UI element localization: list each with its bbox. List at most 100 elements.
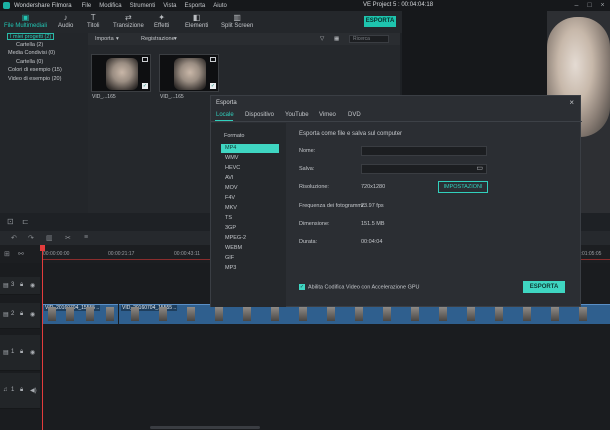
menu-modifica[interactable]: Modifica: [99, 3, 121, 9]
close-icon[interactable]: ×: [599, 2, 606, 9]
clip-frame: [495, 307, 503, 321]
tab-vimeo[interactable]: Vimeo: [319, 112, 336, 118]
effects-icon: ✦: [158, 13, 165, 22]
format-item[interactable]: HEVC: [221, 164, 279, 173]
menu-file[interactable]: File: [82, 3, 92, 9]
eye-icon[interactable]: ◉: [30, 282, 35, 289]
close-icon[interactable]: ×: [569, 98, 574, 107]
lock-icon[interactable]: 🔒︎: [20, 349, 23, 356]
tab-file-multimediali[interactable]: ▣ File Multimediali: [4, 14, 48, 30]
sidebar-item-my-projects[interactable]: I miei progetti (2): [7, 33, 55, 40]
folder-icon[interactable]: ⊏: [22, 217, 29, 226]
new-folder-icon[interactable]: ⊡: [7, 217, 14, 226]
export-top-button[interactable]: ESPORTA: [364, 16, 396, 27]
adjust-icon[interactable]: ≡: [84, 234, 88, 241]
tab-dispositivo[interactable]: Dispositivo: [245, 112, 274, 118]
timeline-clip[interactable]: VID_20160704_15555 ..: [119, 304, 610, 324]
timeline-clip[interactable]: VID_20160704_15555 ..: [42, 304, 118, 324]
lock-icon[interactable]: 🔒︎: [20, 311, 23, 318]
track-header-audio: ♫ 1 🔒︎ ◀): [0, 373, 40, 409]
sidebar-item-shared-media[interactable]: Media Condivisi (0): [8, 50, 55, 56]
chevron-down-icon[interactable]: ▾: [174, 36, 177, 42]
sidebar-item-shared-folder[interactable]: Cartella (0): [16, 59, 43, 65]
tab-youtube[interactable]: YouTube: [285, 112, 309, 118]
redo-icon[interactable]: ↷: [28, 234, 34, 242]
filter-icon[interactable]: ▽: [320, 36, 324, 42]
maximize-icon[interactable]: □: [586, 2, 593, 9]
clip-frame: [439, 307, 447, 321]
format-item[interactable]: TS: [221, 214, 279, 223]
main-toolbar: ▣ File Multimediali ♪ Audio T Titoli ⇄ T…: [0, 11, 402, 33]
settings-button[interactable]: IMPOSTAZIONI: [438, 181, 488, 193]
transition-icon: ⇄: [125, 13, 132, 22]
framerate-value: 23.97 fps: [361, 203, 384, 209]
lock-icon[interactable]: 🔒︎: [20, 282, 23, 289]
record-dropdown[interactable]: Registrazione: [141, 36, 175, 42]
format-item[interactable]: MPEG-2: [221, 234, 279, 243]
eye-icon[interactable]: ◉: [30, 349, 35, 356]
clip-frame: [187, 307, 195, 321]
tab-locale[interactable]: Locale: [216, 112, 234, 118]
cut-icon[interactable]: ✂: [65, 234, 71, 242]
menu-aiuto[interactable]: Aiuto: [213, 3, 227, 9]
eye-icon[interactable]: ◉: [30, 311, 35, 318]
track-header-1: ▤ 1 🔒︎ ◉: [0, 335, 40, 371]
name-field[interactable]: [361, 146, 487, 156]
minimize-icon[interactable]: –: [573, 2, 580, 9]
folder-icon[interactable]: ▭: [476, 165, 483, 173]
grid-view-icon[interactable]: ▦: [334, 36, 339, 42]
media-thumbnail[interactable]: ✓: [91, 54, 151, 92]
timeline-scrollbar[interactable]: [150, 426, 260, 429]
format-item[interactable]: AVI: [221, 174, 279, 183]
menu-vista[interactable]: Vista: [163, 3, 176, 9]
format-item[interactable]: 3GP: [221, 224, 279, 233]
tab-effetti[interactable]: ✦ Effetti: [154, 13, 169, 30]
tab-dvd[interactable]: DVD: [348, 112, 361, 118]
menu-strumenti[interactable]: Strumenti: [130, 3, 156, 9]
tab-label: Audio: [58, 23, 74, 29]
lock-icon[interactable]: 🔒︎: [20, 387, 23, 394]
ruler-tick: 00:00:21:17: [108, 251, 135, 257]
menu-esporta[interactable]: Esporta: [185, 3, 206, 9]
audio-track-icon: ♫: [3, 387, 8, 393]
format-item[interactable]: MP3: [221, 264, 279, 273]
gpu-checkbox[interactable]: ✓: [299, 284, 305, 290]
tab-transizione[interactable]: ⇄ Transizione: [113, 13, 144, 30]
format-item[interactable]: F4V: [221, 194, 279, 203]
import-dropdown[interactable]: Importa: [95, 36, 114, 42]
tab-split-screen[interactable]: ▥ Split Screen: [221, 14, 253, 30]
format-item-mp4[interactable]: MP4: [221, 144, 279, 153]
tab-label: Transizione: [113, 23, 144, 29]
tab-titoli[interactable]: T Titoli: [87, 14, 99, 30]
format-list: Formato MP4 WMV HEVC AVI MOV F4V MKV TS …: [211, 123, 286, 307]
format-item[interactable]: MKV: [221, 204, 279, 213]
playhead[interactable]: [42, 245, 43, 430]
link-icon[interactable]: ⚯: [18, 250, 24, 258]
sidebar-item-folder[interactable]: Cartella (2): [16, 42, 43, 48]
resolution-label: Risoluzione:: [299, 184, 329, 190]
chevron-down-icon[interactable]: ▾: [116, 36, 119, 42]
video-track-icon: ▤: [3, 283, 9, 289]
speaker-icon[interactable]: ◀): [30, 387, 37, 394]
export-button[interactable]: ESPORTA: [523, 281, 565, 293]
add-track-icon[interactable]: ⊞: [4, 250, 10, 258]
format-item[interactable]: GIF: [221, 254, 279, 263]
format-item[interactable]: WMV: [221, 154, 279, 163]
tab-elementi[interactable]: ◧ Elementi: [185, 14, 208, 30]
video-track-icon: ▤: [3, 350, 9, 356]
format-item[interactable]: MOV: [221, 184, 279, 193]
gpu-checkbox-row[interactable]: ✓ Abilita Codifica Video con Accelerazion…: [299, 284, 420, 290]
tab-audio[interactable]: ♪ Audio: [58, 14, 74, 30]
search-input[interactable]: Ricerca: [349, 35, 389, 43]
media-thumbnail[interactable]: ✓: [159, 54, 219, 92]
framerate-label: Frequenza dei fotogrammi:: [299, 203, 365, 209]
sidebar-item-sample-colors[interactable]: Colori di esempio (15): [8, 67, 62, 73]
undo-icon[interactable]: ↶: [11, 234, 17, 242]
tab-label: File Multimediali: [4, 23, 48, 29]
save-path-field[interactable]: ▭: [361, 164, 487, 174]
sidebar-item-sample-videos[interactable]: Video di esempio (20): [8, 76, 61, 82]
duration-label: Durata:: [299, 239, 318, 245]
delete-icon[interactable]: ▥: [46, 234, 53, 242]
format-item[interactable]: WEBM: [221, 244, 279, 253]
playhead-handle[interactable]: [40, 245, 45, 251]
